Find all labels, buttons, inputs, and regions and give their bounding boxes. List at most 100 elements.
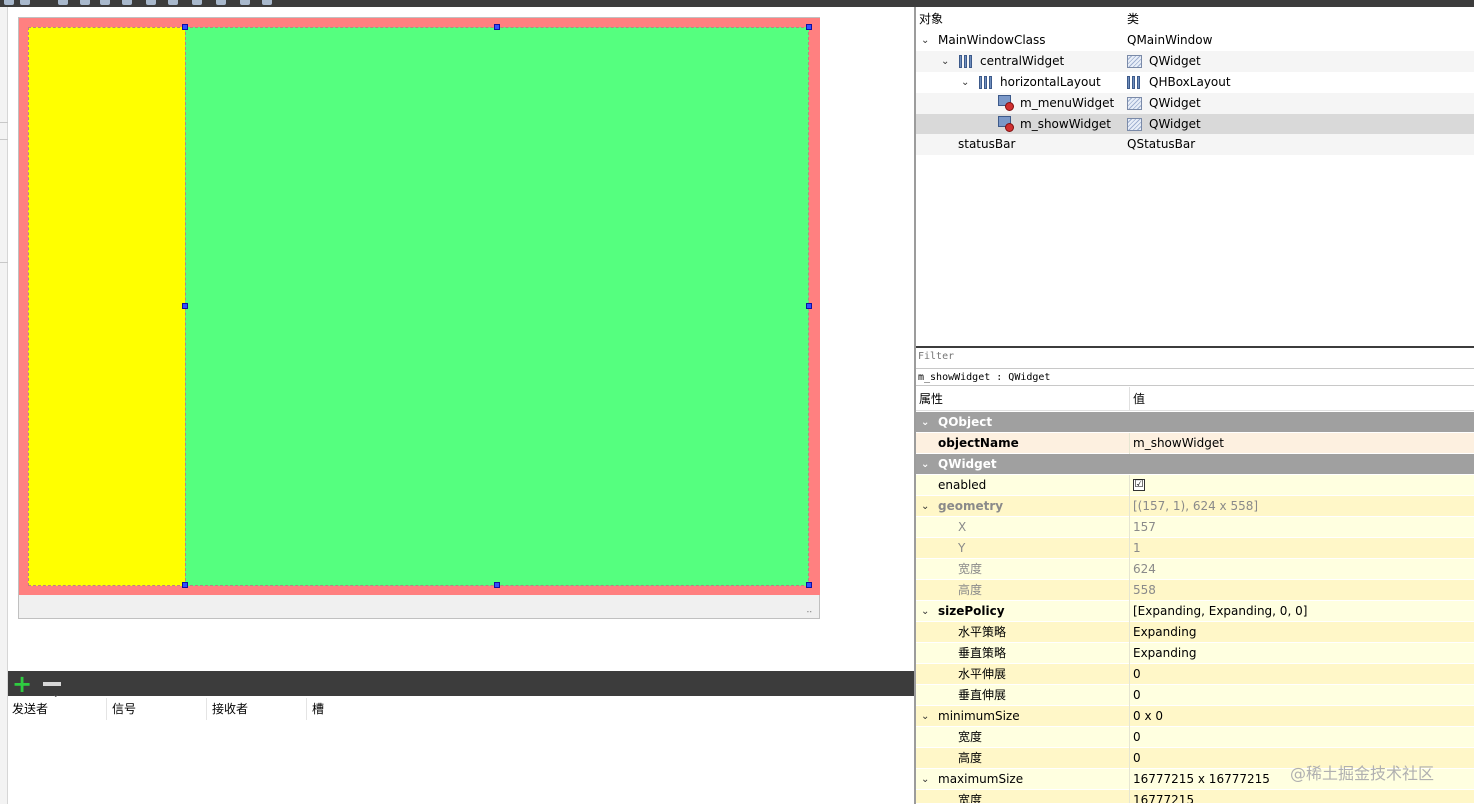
chevron-down-icon[interactable]: ⌄ bbox=[921, 412, 929, 433]
toolbar-icon[interactable] bbox=[146, 0, 156, 5]
enabled-checkbox[interactable]: ☑ bbox=[1133, 479, 1145, 491]
tree-row-central-widget[interactable]: ⌄ centralWidget QWidget bbox=[916, 51, 1474, 72]
tree-row-menu-widget[interactable]: m_menuWidget QWidget bbox=[916, 93, 1474, 114]
property-name: 高度 bbox=[958, 751, 983, 765]
toolbar-icon[interactable] bbox=[20, 0, 30, 5]
property-value[interactable]: 0 bbox=[1133, 664, 1141, 685]
property-value[interactable]: 0 bbox=[1133, 685, 1141, 706]
selection-handle[interactable] bbox=[806, 303, 812, 309]
property-row-y[interactable]: Y 1 bbox=[916, 538, 1474, 559]
add-connection-icon[interactable]: + bbox=[12, 672, 32, 696]
selection-handle[interactable] bbox=[182, 582, 188, 588]
property-row-objectname[interactable]: objectName m_showWidget bbox=[916, 433, 1474, 454]
property-row-min-width[interactable]: 宽度 0 bbox=[916, 727, 1474, 748]
property-value[interactable]: 1 bbox=[1133, 538, 1141, 559]
size-grip-icon[interactable]: ⠤ bbox=[806, 605, 818, 617]
property-value[interactable]: 0 bbox=[1133, 748, 1141, 769]
filter-field[interactable] bbox=[916, 346, 1474, 369]
group-label: QWidget bbox=[938, 457, 997, 471]
property-value[interactable]: 0 x 0 bbox=[1133, 706, 1163, 727]
show-widget[interactable] bbox=[185, 27, 809, 586]
property-value[interactable]: [(157, 1), 624 x 558] bbox=[1133, 496, 1258, 517]
gutter-divider bbox=[0, 122, 8, 123]
toolbar-icon[interactable] bbox=[4, 0, 14, 5]
toolbar-icon[interactable] bbox=[192, 0, 202, 5]
property-row-minimumsize[interactable]: ⌄ minimumSize 0 x 0 bbox=[916, 706, 1474, 727]
chevron-down-icon[interactable]: ⌄ bbox=[921, 769, 929, 790]
property-value[interactable]: 16777215 bbox=[1133, 790, 1194, 803]
column-divider[interactable] bbox=[206, 698, 207, 720]
property-row-vertical-stretch[interactable]: 垂直伸展 0 bbox=[916, 685, 1474, 706]
toolbar-icon[interactable] bbox=[80, 0, 90, 5]
property-row-horizontal-policy[interactable]: 水平策略 Expanding bbox=[916, 622, 1474, 643]
menu-widget[interactable] bbox=[28, 27, 185, 586]
chevron-down-icon[interactable]: ⌄ bbox=[961, 72, 969, 93]
tree-row-show-widget[interactable]: m_showWidget QWidget bbox=[916, 114, 1474, 135]
signal-slot-list[interactable] bbox=[8, 720, 914, 804]
widget-object-icon bbox=[998, 116, 1015, 133]
property-row-width[interactable]: 宽度 624 bbox=[916, 559, 1474, 580]
toolbar-icon[interactable] bbox=[58, 0, 68, 5]
tree-row-horizontal-layout[interactable]: ⌄ horizontalLayout QHBoxLayout bbox=[916, 72, 1474, 93]
selection-handle[interactable] bbox=[494, 582, 500, 588]
column-divider[interactable] bbox=[106, 698, 107, 720]
column-sender[interactable]: 发送者 bbox=[12, 700, 48, 718]
column-value[interactable]: 值 bbox=[1133, 387, 1145, 411]
filter-input[interactable] bbox=[918, 351, 1458, 362]
property-row-enabled[interactable]: enabled ☑ bbox=[916, 475, 1474, 496]
object-class: QWidget bbox=[1149, 54, 1201, 68]
property-name: objectName bbox=[938, 436, 1019, 450]
column-receiver[interactable]: 接收者 bbox=[212, 700, 248, 718]
left-dock-gutter bbox=[0, 7, 8, 804]
property-name: 垂直伸展 bbox=[958, 688, 1007, 702]
selection-handle[interactable] bbox=[182, 303, 188, 309]
chevron-down-icon[interactable]: ⌄ bbox=[921, 706, 929, 727]
column-property[interactable]: 属性 bbox=[919, 387, 943, 411]
property-value[interactable]: 0 bbox=[1133, 727, 1141, 748]
selection-handle[interactable] bbox=[806, 24, 812, 30]
column-object[interactable]: 对象 bbox=[919, 9, 943, 30]
chevron-down-icon[interactable]: ⌄ bbox=[921, 601, 929, 622]
selection-handle[interactable] bbox=[494, 24, 500, 30]
toolbar-icon[interactable] bbox=[100, 0, 110, 5]
property-value[interactable]: m_showWidget bbox=[1133, 433, 1224, 454]
property-group-qwidget[interactable]: ⌄ QWidget bbox=[916, 454, 1474, 475]
chevron-down-icon[interactable]: ⌄ bbox=[941, 51, 949, 72]
property-value[interactable]: 16777215 x 16777215 bbox=[1133, 769, 1270, 790]
property-row-x[interactable]: X 157 bbox=[916, 517, 1474, 538]
property-value[interactable]: 558 bbox=[1133, 580, 1156, 601]
property-row-horizontal-stretch[interactable]: 水平伸展 0 bbox=[916, 664, 1474, 685]
chevron-down-icon[interactable]: ⌄ bbox=[921, 454, 929, 475]
property-value[interactable]: 624 bbox=[1133, 559, 1156, 580]
toolbar-icon[interactable] bbox=[168, 0, 178, 5]
toolbar-icon[interactable] bbox=[122, 0, 132, 5]
property-value[interactable]: [Expanding, Expanding, 0, 0] bbox=[1133, 601, 1307, 622]
property-value[interactable]: Expanding bbox=[1133, 622, 1196, 643]
tree-row-main-window[interactable]: ⌄ MainWindowClass QMainWindow bbox=[916, 30, 1474, 51]
column-signal[interactable]: 信号 bbox=[112, 700, 136, 718]
property-row-geometry[interactable]: ⌄ geometry [(157, 1), 624 x 558] bbox=[916, 496, 1474, 517]
column-class[interactable]: 类 bbox=[1127, 9, 1139, 30]
object-class: QStatusBar bbox=[1127, 137, 1196, 151]
selection-handle[interactable] bbox=[182, 24, 188, 30]
selection-handle[interactable] bbox=[806, 582, 812, 588]
property-name: 宽度 bbox=[958, 562, 983, 576]
toolbar-icon[interactable] bbox=[240, 0, 250, 5]
object-class: QMainWindow bbox=[1127, 33, 1213, 47]
property-group-qobject[interactable]: ⌄ QObject bbox=[916, 412, 1474, 433]
chevron-down-icon[interactable]: ⌄ bbox=[921, 30, 929, 51]
property-row-vertical-policy[interactable]: 垂直策略 Expanding bbox=[916, 643, 1474, 664]
property-value[interactable]: Expanding bbox=[1133, 643, 1196, 664]
toolbar-icon[interactable] bbox=[216, 0, 226, 5]
property-row-height[interactable]: 高度 558 bbox=[916, 580, 1474, 601]
tree-row-status-bar[interactable]: statusBar QStatusBar bbox=[916, 134, 1474, 155]
column-divider[interactable] bbox=[306, 698, 307, 720]
object-class: QWidget bbox=[1149, 96, 1201, 110]
property-value[interactable]: 157 bbox=[1133, 517, 1156, 538]
chevron-down-icon[interactable]: ⌄ bbox=[921, 496, 929, 517]
toolbar-icon[interactable] bbox=[262, 0, 272, 5]
current-object-label: m_showWidget : QWidget bbox=[916, 370, 1474, 386]
property-row-max-width[interactable]: 宽度 16777215 bbox=[916, 790, 1474, 804]
column-slot[interactable]: 槽 bbox=[312, 700, 324, 718]
property-row-sizepolicy[interactable]: ⌄ sizePolicy [Expanding, Expanding, 0, 0… bbox=[916, 601, 1474, 622]
